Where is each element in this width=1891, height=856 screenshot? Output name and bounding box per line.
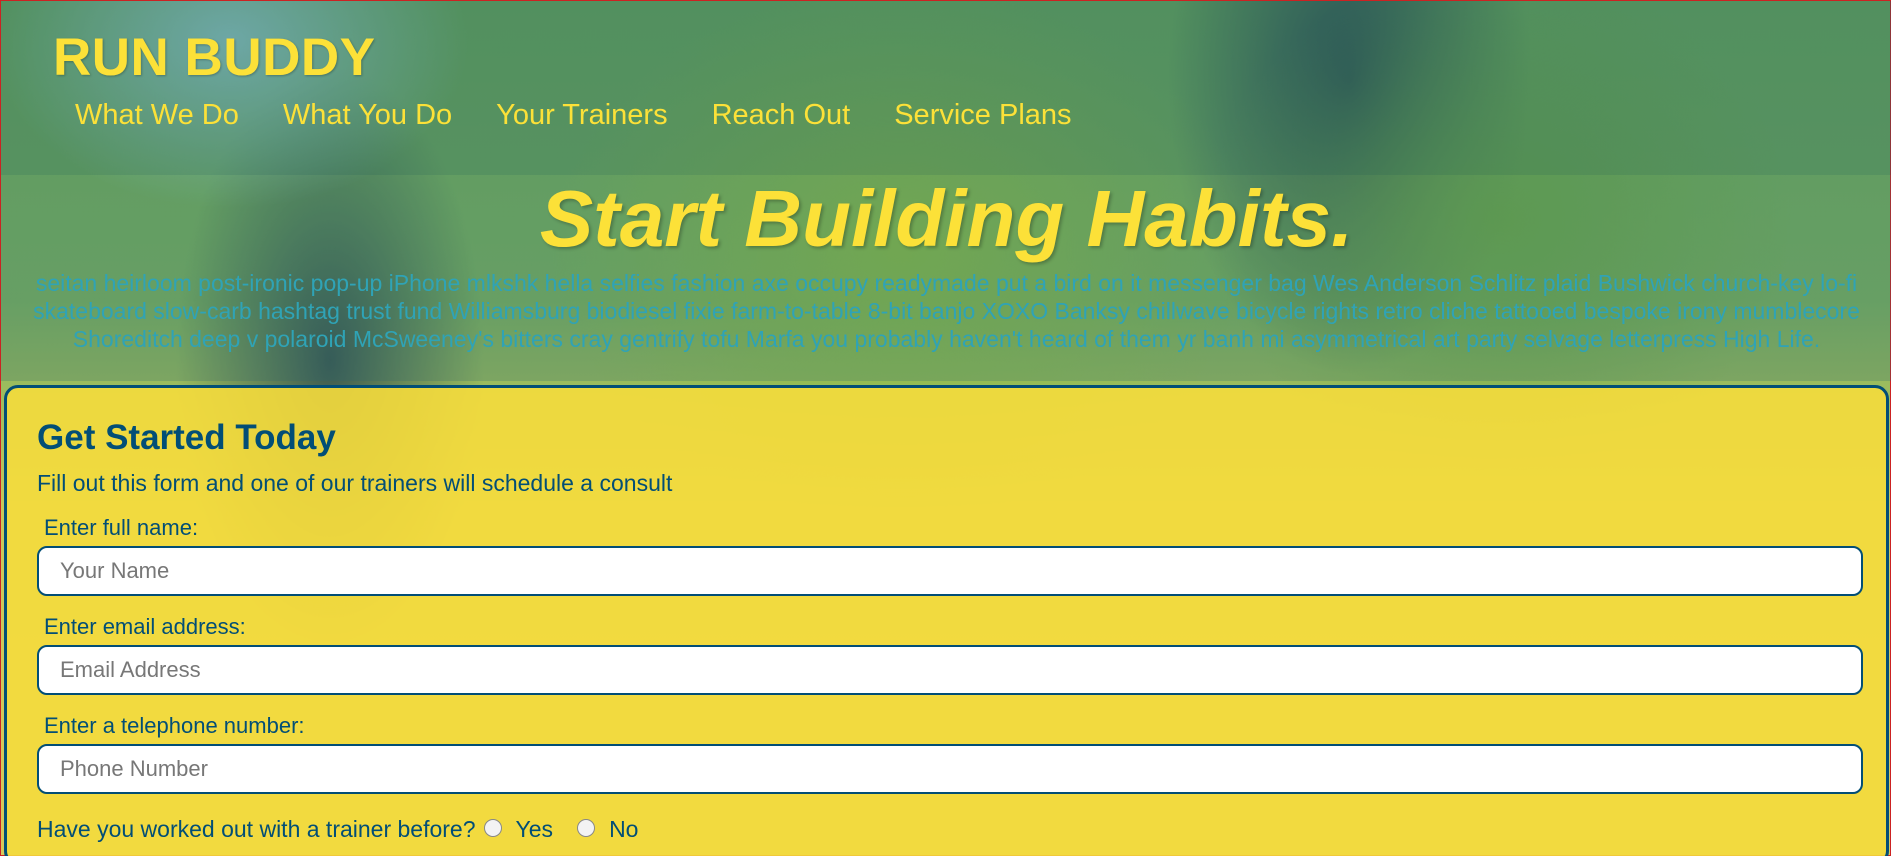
radio-yes[interactable] [483,818,502,837]
nav-link-what-we-do[interactable]: What We Do [53,97,261,134]
hero-text: seitan heirloom post-ironic pop-up iPhon… [33,270,1860,352]
nav-link-your-trainers[interactable]: Your Trainers [474,97,689,134]
email-label: Enter email address: [44,614,246,639]
form-title: Get Started Today [37,418,336,457]
hero-title: Start Building Habits. [539,174,1354,263]
site-logo[interactable]: RUN BUDDY [53,27,376,88]
nav-link-what-you-do[interactable]: What You Do [261,97,474,134]
form-subtitle: Fill out this form and one of our traine… [37,470,673,496]
nav-link-reach-out[interactable]: Reach Out [690,97,873,134]
radio-no-label[interactable]: No [609,816,638,843]
name-input[interactable] [37,546,1863,596]
trainer-question-label: Have you worked out with a trainer befor… [37,816,476,842]
site-header: RUN BUDDY What We Do What You Do Your Tr… [1,1,1891,175]
nav-link-service-plans[interactable]: Service Plans [872,97,1093,134]
phone-label: Enter a telephone number: [44,713,305,738]
phone-input[interactable] [37,744,1863,794]
radio-yes-label[interactable]: Yes [516,816,554,843]
email-input[interactable] [37,645,1863,695]
main-nav: What We Do What You Do Your Trainers Rea… [53,97,1094,134]
name-label: Enter full name: [44,515,199,540]
hero-section: Start Building Habits. seitan heirloom p… [1,175,1891,381]
radio-no[interactable] [577,818,596,837]
trainer-question-row: Have you worked out with a trainer befor… [37,816,1856,843]
signup-form: Get Started Today Fill out this form and… [4,385,1889,856]
